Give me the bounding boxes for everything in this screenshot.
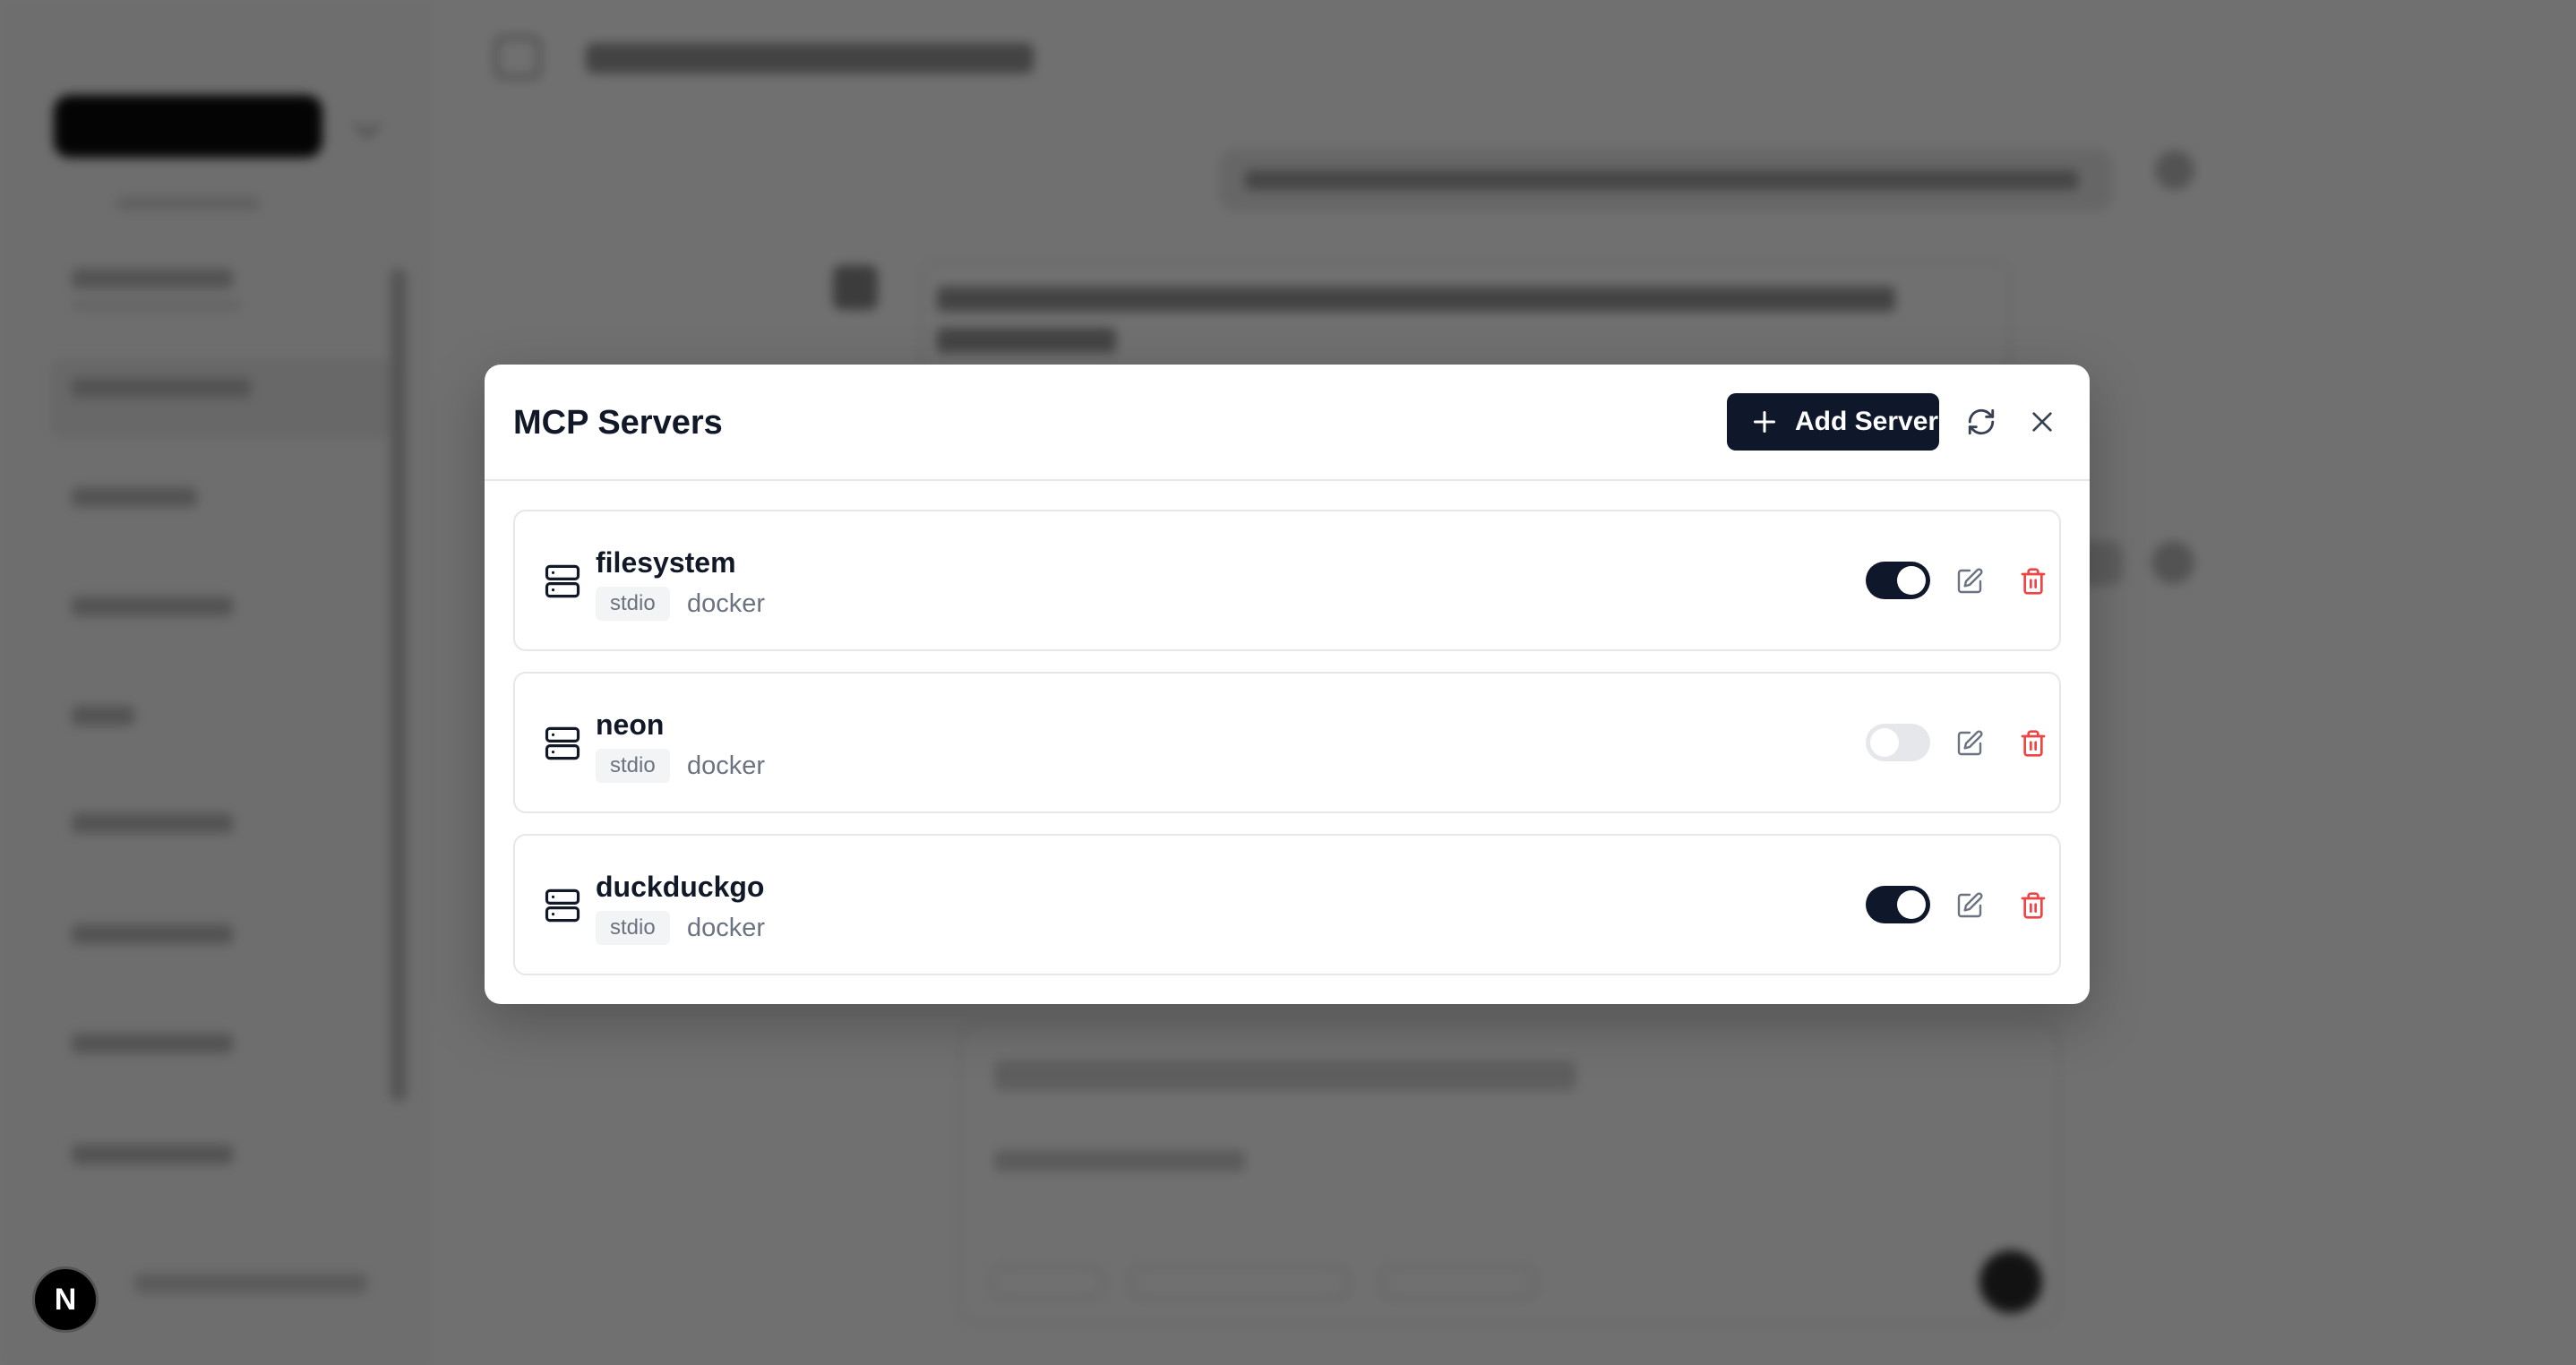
close-icon [2032, 412, 2052, 432]
edit-server-button[interactable] [1945, 718, 1995, 768]
toggle-knob [1870, 728, 1899, 757]
app-root: N MCP Servers Add Server filesystem stdi… [0, 0, 2576, 1365]
nextjs-dev-badge[interactable]: N [32, 1266, 99, 1333]
toggle-knob [1897, 566, 1926, 595]
dialog-header: MCP Servers Add Server [485, 365, 2090, 481]
server-command: docker [687, 589, 766, 618]
edit-icon [1957, 568, 1983, 594]
server-name: filesystem [596, 546, 736, 579]
server-item-duckduckgo: duckduckgo stdio docker [513, 834, 2061, 975]
server-enabled-toggle[interactable] [1866, 562, 1930, 599]
toggle-knob [1897, 890, 1926, 919]
server-icon [545, 564, 580, 598]
mcp-servers-dialog: MCP Servers Add Server filesystem stdio … [485, 365, 2090, 1004]
nextjs-badge-label: N [54, 1282, 77, 1317]
server-type-badge: stdio [596, 587, 670, 621]
server-enabled-toggle[interactable] [1866, 724, 1930, 761]
server-enabled-toggle[interactable] [1866, 886, 1930, 923]
add-server-button[interactable]: Add Server [1727, 393, 1939, 451]
refresh-button[interactable] [1956, 397, 2006, 447]
server-item-neon: neon stdio docker [513, 672, 2061, 813]
edit-server-button[interactable] [1945, 556, 1995, 606]
delete-server-button[interactable] [2008, 718, 2058, 768]
server-command: docker [687, 914, 766, 942]
trash-icon [2021, 568, 2046, 595]
close-button[interactable] [2017, 397, 2067, 447]
edit-icon [1957, 730, 1983, 756]
server-icon [545, 889, 580, 923]
server-icon [545, 726, 580, 760]
add-server-label: Add Server [1795, 407, 1939, 436]
server-name: duckduckgo [596, 871, 765, 903]
server-type-badge: stdio [596, 749, 670, 783]
server-name: neon [596, 708, 665, 741]
edit-server-button[interactable] [1945, 880, 1995, 931]
dialog-title: MCP Servers [513, 404, 723, 442]
delete-server-button[interactable] [2008, 556, 2058, 606]
refresh-icon [1968, 408, 1995, 435]
server-item-filesystem: filesystem stdio docker [513, 510, 2061, 651]
trash-icon [2021, 730, 2046, 757]
edit-icon [1957, 892, 1983, 918]
server-type-badge: stdio [596, 911, 670, 945]
delete-server-button[interactable] [2008, 880, 2058, 931]
server-command: docker [687, 751, 766, 780]
trash-icon [2021, 892, 2046, 919]
plus-icon [1753, 410, 1776, 434]
